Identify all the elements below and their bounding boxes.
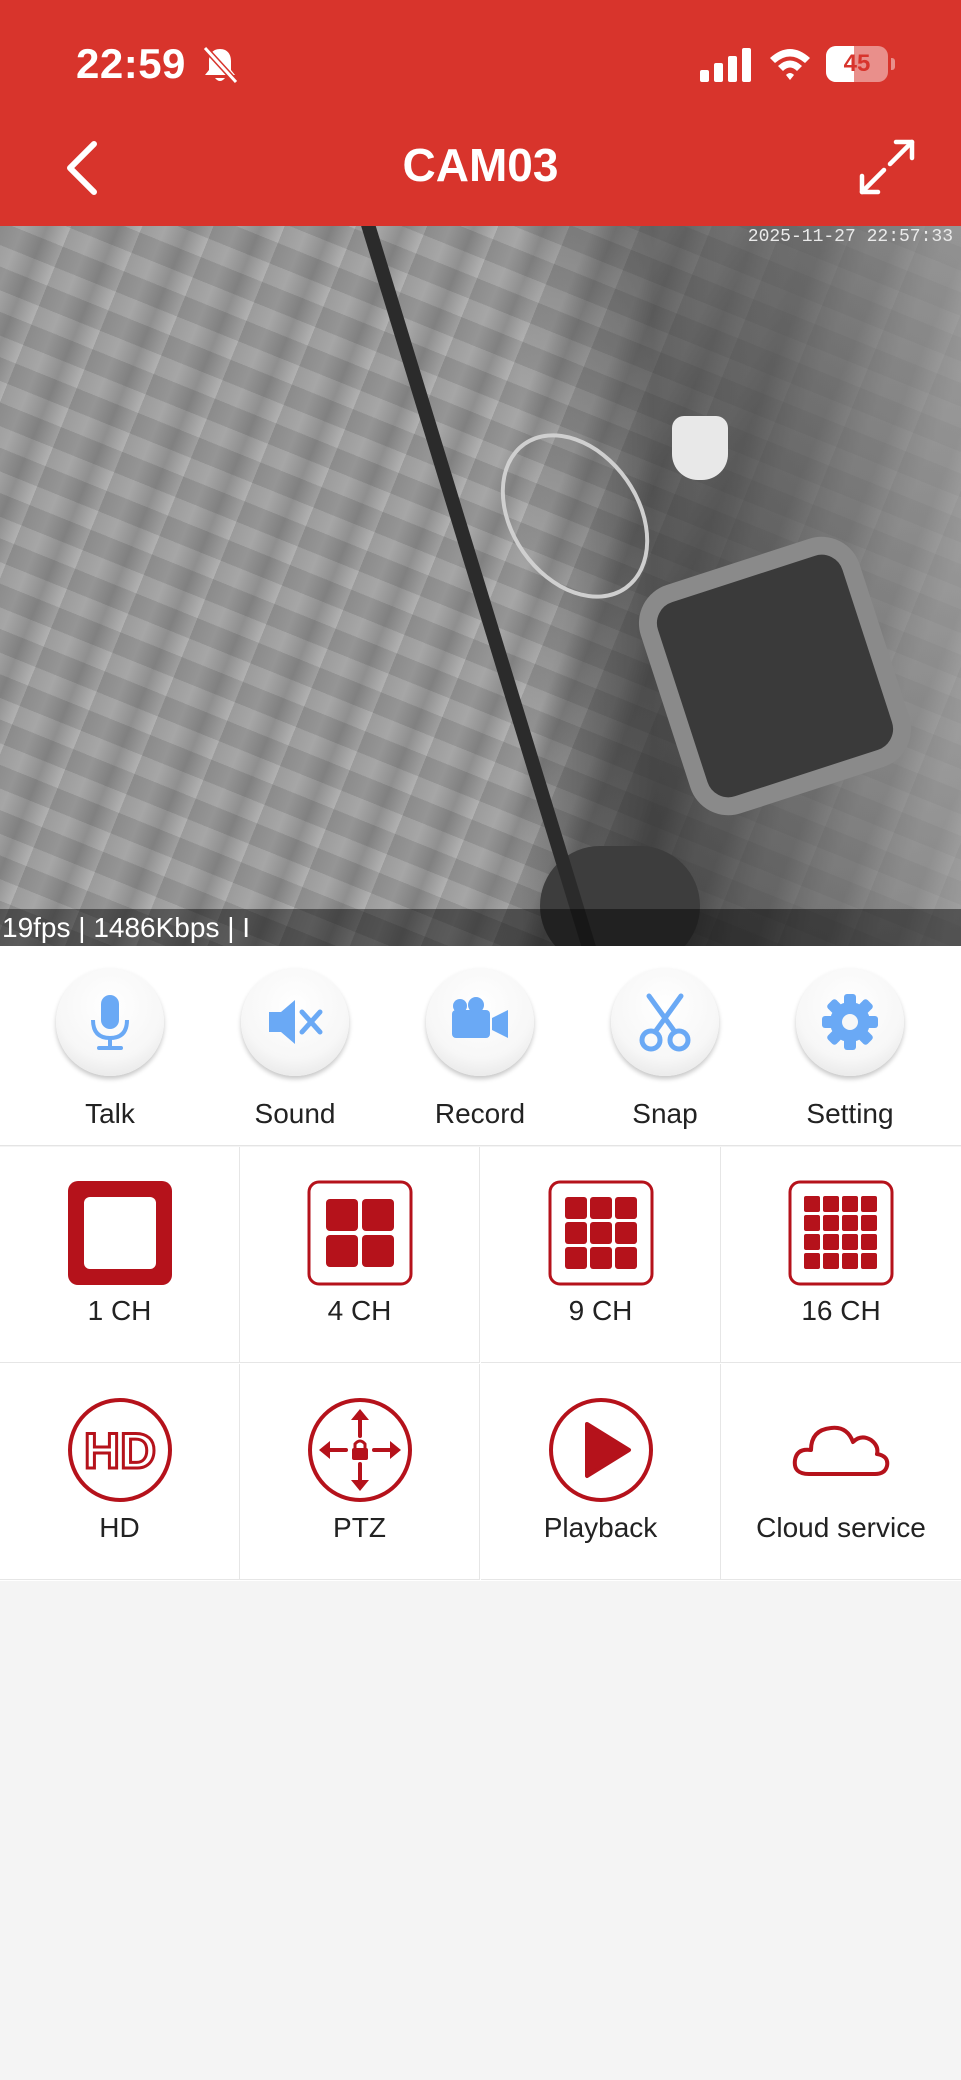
hd-icon: HD xyxy=(68,1398,172,1502)
record-button[interactable]: Record xyxy=(415,946,545,1146)
wifi-icon xyxy=(770,49,810,80)
function-grid: 1 CH 4 CH 9 CH 16 CH HD HD PTZ Playback … xyxy=(0,1147,961,1581)
nine-channel-icon xyxy=(548,1180,654,1286)
video-camera-icon xyxy=(452,997,508,1038)
speaker-muted-icon xyxy=(269,1000,323,1044)
sound-button[interactable]: Sound xyxy=(230,946,360,1146)
layout-9ch-button[interactable]: 9 CH xyxy=(481,1147,721,1363)
playback-label: Playback xyxy=(543,1512,658,1543)
svg-text:HD: HD xyxy=(84,1423,156,1479)
video-timestamp: 2025-11-27 22:57:33 xyxy=(747,227,953,247)
setting-label: Setting xyxy=(806,1098,894,1129)
battery-indicator: 45 xyxy=(826,46,896,82)
layout-4ch-button[interactable]: 4 CH xyxy=(240,1147,480,1363)
sound-label: Sound xyxy=(254,1098,336,1129)
cellular-signal-icon xyxy=(700,48,751,82)
cloud-icon xyxy=(792,1425,890,1476)
header-bar: 22:59 45 CAM03 xyxy=(0,0,961,226)
control-toolbar: Talk Sound Record Snap Setting xyxy=(0,946,961,1146)
scissors-icon xyxy=(639,993,691,1052)
layout-1ch-label: 1 CH xyxy=(87,1295,152,1326)
single-channel-icon xyxy=(68,1181,172,1285)
hd-button[interactable]: HD HD xyxy=(0,1364,240,1580)
muted-bell-icon xyxy=(202,45,239,85)
snap-label: Snap xyxy=(632,1098,698,1129)
layout-16ch-button[interactable]: 16 CH xyxy=(721,1147,961,1363)
talk-label: Talk xyxy=(85,1098,135,1129)
snap-button[interactable]: Snap xyxy=(600,946,730,1146)
empty-area xyxy=(0,1581,961,2080)
page-title: CAM03 xyxy=(402,139,559,191)
playback-button[interactable]: Playback xyxy=(481,1364,721,1580)
layout-16ch-label: 16 CH xyxy=(801,1295,881,1326)
fullscreen-icon[interactable] xyxy=(858,138,916,196)
gear-icon xyxy=(822,994,878,1050)
battery-percent: 45 xyxy=(843,50,871,77)
cloud-service-button[interactable]: Cloud service xyxy=(721,1364,961,1580)
layout-9ch-label: 9 CH xyxy=(568,1295,633,1326)
layout-1ch-button[interactable]: 1 CH xyxy=(0,1147,240,1363)
ptz-button[interactable]: PTZ xyxy=(240,1364,480,1580)
status-time: 22:59 xyxy=(76,40,186,87)
four-channel-icon xyxy=(307,1180,413,1286)
hd-label: HD xyxy=(99,1512,140,1543)
sixteen-channel-icon xyxy=(788,1180,894,1286)
microphone-icon xyxy=(91,995,129,1050)
record-label: Record xyxy=(434,1098,526,1129)
setting-button[interactable]: Setting xyxy=(785,946,915,1146)
layout-4ch-label: 4 CH xyxy=(327,1295,392,1326)
ptz-label: PTZ xyxy=(333,1512,386,1543)
ptz-icon xyxy=(308,1398,412,1502)
talk-button[interactable]: Talk xyxy=(45,946,175,1146)
stream-info: 19fps | 1486Kbps | I xyxy=(0,909,961,946)
cloud-service-label: Cloud service xyxy=(756,1512,926,1543)
live-video-feed[interactable]: 2025-11-27 22:57:33 19fps | 1486Kbps | I xyxy=(0,226,961,946)
playback-icon xyxy=(549,1398,653,1502)
